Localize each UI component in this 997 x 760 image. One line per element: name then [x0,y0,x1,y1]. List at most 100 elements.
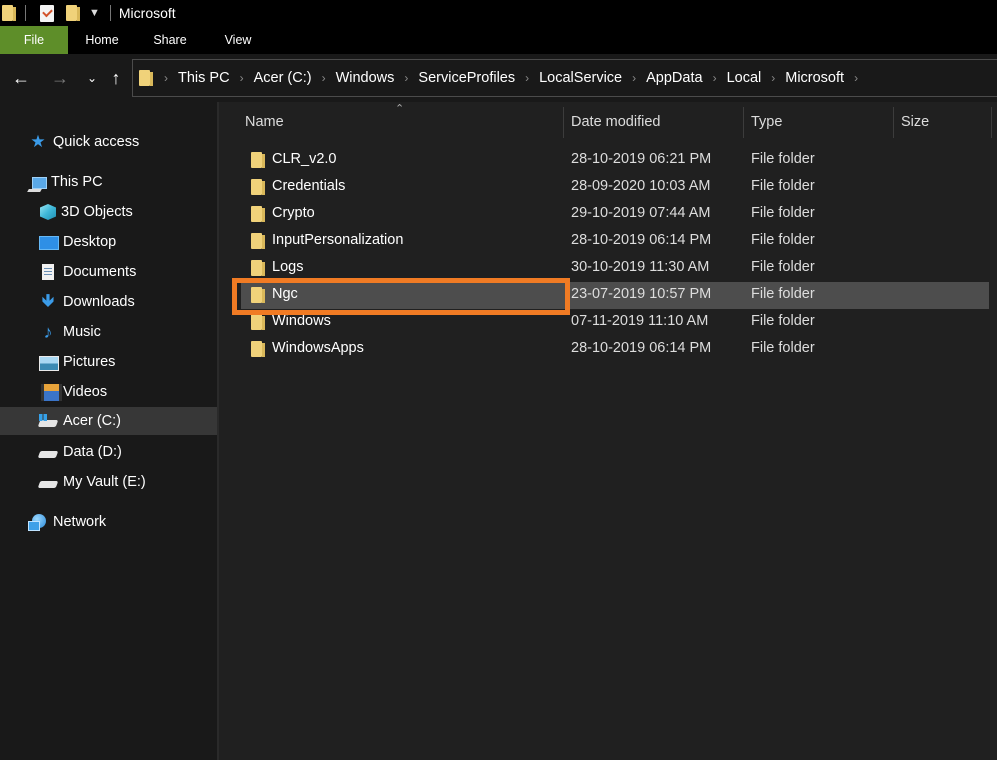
window-title: Microsoft [118,5,176,21]
star-icon: ★ [30,132,46,151]
chevron-right-icon[interactable]: › [164,71,168,85]
column-header-date-modified[interactable]: Date modified [571,114,660,130]
drive-icon [38,443,58,461]
file-date-modified: 07-11-2019 11:10 AM [571,313,709,329]
file-name: CLR_v2.0 [272,151,337,167]
column-header-type[interactable]: Type [751,114,782,130]
sidebar-item-label: Downloads [63,294,135,310]
tab-view[interactable]: View [204,26,272,54]
file-name: Windows [272,313,331,329]
sidebar-item-desktop[interactable]: Desktop [0,228,217,256]
file-type: File folder [751,232,815,248]
recent-locations-button[interactable]: ⌄ [82,66,102,90]
file-row[interactable]: CLR_v2.0 28-10-2019 06:21 PM File folder [241,147,989,174]
folder-icon[interactable] [2,5,16,21]
customize-dropdown-icon[interactable]: ▼ [89,7,100,19]
breadcrumb-appdata[interactable]: AppData [646,70,702,86]
column-header-name[interactable]: Name [245,114,284,130]
file-row[interactable]: InputPersonalization 28-10-2019 06:14 PM… [241,228,989,255]
file-row[interactable]: Credentials 28-09-2020 10:03 AM File fol… [241,174,989,201]
download-icon: 🡻 [41,290,55,310]
videos-icon [38,383,62,401]
documents-icon [38,263,58,281]
chevron-right-icon[interactable]: › [854,71,858,85]
file-list-pane: ⌃ Name Date modified Type Size CLR_v2.0 … [221,102,997,760]
chevron-right-icon[interactable]: › [525,71,529,85]
sidebar-item-label: My Vault (E:) [63,474,146,490]
sidebar-item-videos[interactable]: Videos [0,378,217,406]
sidebar-item-data-d[interactable]: Data (D:) [0,438,217,466]
file-name: Ngc [272,286,298,302]
file-date-modified: 23-07-2019 10:57 PM [571,286,712,302]
breadcrumb-localservice[interactable]: LocalService [539,70,622,86]
tab-share[interactable]: Share [136,26,204,54]
sidebar-item-network[interactable]: Network [0,508,217,536]
file-row[interactable]: Logs 30-10-2019 11:30 AM File folder [241,255,989,282]
network-icon [28,513,48,531]
file-row[interactable]: Windows 07-11-2019 11:10 AM File folder [241,309,989,336]
sidebar-item-label: This PC [51,174,103,190]
column-divider[interactable] [743,107,744,138]
chevron-right-icon[interactable]: › [713,71,717,85]
file-type: File folder [751,151,815,167]
chevron-down-icon: ⌄ [86,71,98,85]
breadcrumb-microsoft[interactable]: Microsoft [785,70,844,86]
drive-icon [38,473,58,491]
chevron-right-icon[interactable]: › [322,71,326,85]
sidebar-item-label: Desktop [63,234,117,250]
sidebar-item-quick-access[interactable]: ★ Quick access [0,128,217,156]
tab-file[interactable]: File [0,26,68,54]
chevron-right-icon[interactable]: › [771,71,775,85]
sidebar-item-documents[interactable]: Documents [0,258,217,286]
navigation-pane: ★ Quick access This PC 3D Objects Deskto… [0,102,219,760]
3d-objects-icon [38,203,56,221]
breadcrumb-acer-c[interactable]: Acer (C:) [254,70,312,86]
new-folder-icon[interactable] [66,5,80,21]
sidebar-item-label: Data (D:) [63,444,122,460]
sidebar-item-label: Documents [63,264,137,280]
sidebar-item-downloads[interactable]: 🡻 Downloads [0,288,217,316]
sidebar-item-pictures[interactable]: Pictures [0,348,217,376]
chevron-right-icon[interactable]: › [404,71,408,85]
sidebar-item-3d-objects[interactable]: 3D Objects [0,198,217,226]
folder-icon [251,260,265,276]
sidebar-item-my-vault-e[interactable]: My Vault (E:) [0,468,217,496]
windows-drive-icon [38,412,58,430]
breadcrumb-serviceprofiles[interactable]: ServiceProfiles [418,70,515,86]
file-row[interactable]: Crypto 29-10-2019 07:44 AM File folder [241,201,989,228]
file-date-modified: 29-10-2019 07:44 AM [571,205,711,221]
file-name: Crypto [272,205,315,221]
folder-icon [251,341,265,357]
column-divider[interactable] [563,107,564,138]
sidebar-item-label: Videos [63,384,108,400]
music-icon: ♪ [43,321,53,342]
sidebar-item-this-pc[interactable]: This PC [0,168,217,196]
breadcrumb-windows[interactable]: Windows [336,70,395,86]
file-row[interactable]: WindowsApps 28-10-2019 06:14 PM File fol… [241,336,989,363]
sidebar-item-label: Quick access [53,134,140,150]
chevron-right-icon[interactable]: › [632,71,636,85]
sidebar-item-acer-c[interactable]: Acer (C:) [0,407,217,435]
address-bar[interactable]: › This PC › Acer (C:) › Windows › Servic… [132,59,997,97]
column-header-size[interactable]: Size [901,114,929,130]
folder-icon [251,179,265,195]
back-button[interactable]: ← [11,66,31,90]
tab-home[interactable]: Home [68,26,136,54]
computer-icon [28,176,47,189]
sidebar-item-label: Music [63,324,101,340]
breadcrumb-this-pc[interactable]: This PC [178,70,230,86]
column-divider[interactable] [893,107,894,138]
file-name: Credentials [272,178,346,194]
file-row-selected[interactable]: Ngc 23-07-2019 10:57 PM File folder [241,282,989,309]
properties-icon[interactable] [40,4,54,22]
folder-icon [251,233,265,249]
sidebar-item-music[interactable]: ♪ Music [0,318,217,346]
file-type: File folder [751,340,815,356]
column-divider[interactable] [991,107,992,138]
up-button[interactable]: ↑ [106,66,126,90]
sidebar-item-label: Network [53,514,107,530]
breadcrumb-local[interactable]: Local [727,70,762,86]
forward-button[interactable]: → [50,66,70,90]
chevron-right-icon[interactable]: › [240,71,244,85]
file-date-modified: 28-10-2019 06:14 PM [571,232,712,248]
